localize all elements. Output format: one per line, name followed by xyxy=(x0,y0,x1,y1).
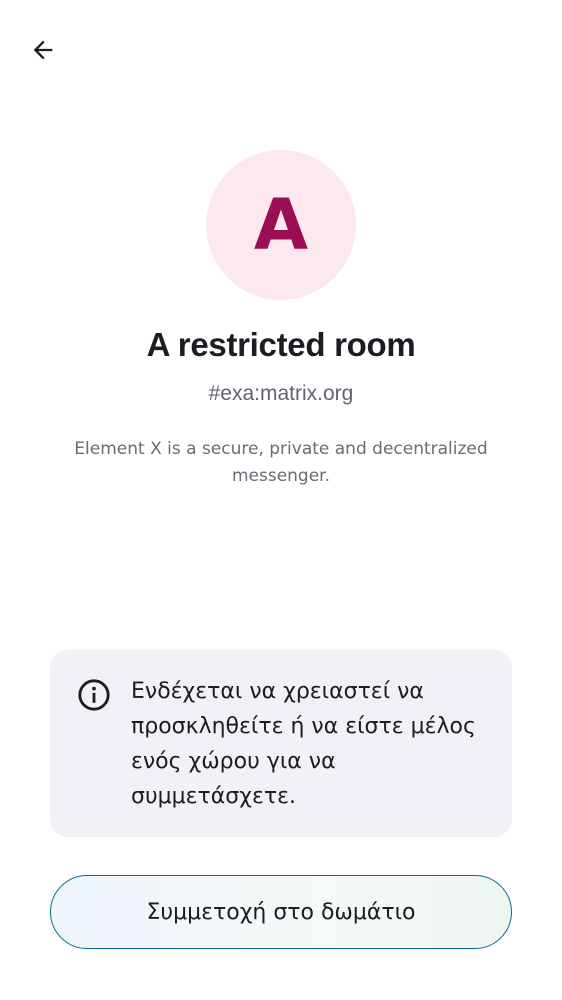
room-title: A restricted room xyxy=(146,326,416,363)
room-preview-screen: A A restricted room #exa:matrix.org Elem… xyxy=(0,0,562,1000)
room-alias: #exa:matrix.org xyxy=(208,382,354,405)
restricted-notice-card: Ενδέχεται να χρειαστεί να προσκληθείτε ή… xyxy=(50,650,512,837)
room-description: Element X is a secure, private and decen… xyxy=(74,439,488,486)
join-room-button-label: Συμμετοχή στο δωμάτιο xyxy=(146,899,416,925)
join-room-button[interactable]: Συμμετοχή στο δωμάτιο xyxy=(50,875,512,949)
room-avatar-initial: A xyxy=(253,184,309,266)
info-icon xyxy=(78,679,110,711)
room-avatar: A xyxy=(206,150,356,300)
back-button[interactable] xyxy=(20,27,66,73)
arrow-left-icon xyxy=(33,40,53,60)
restricted-notice-text: Ενδέχεται να χρειαστεί να προσκληθείτε ή… xyxy=(131,679,476,809)
